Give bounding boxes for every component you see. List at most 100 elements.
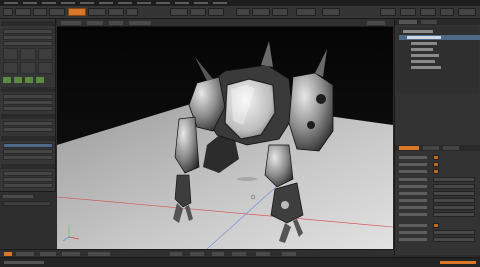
property-field[interactable] xyxy=(433,184,475,189)
status-accent-button[interactable] xyxy=(440,261,476,264)
property-toggle[interactable] xyxy=(433,169,439,174)
tree-item[interactable] xyxy=(399,53,480,58)
status-button[interactable] xyxy=(190,252,204,256)
property-field[interactable] xyxy=(433,212,475,217)
menu-item[interactable] xyxy=(137,2,151,4)
menu-item[interactable] xyxy=(156,2,170,4)
tool-button[interactable] xyxy=(108,8,124,16)
tree-item-selected[interactable] xyxy=(399,35,480,40)
green-tool-icon[interactable] xyxy=(25,77,33,83)
menu-item[interactable] xyxy=(99,2,113,4)
tool-icon[interactable] xyxy=(20,62,36,74)
tool-button[interactable] xyxy=(252,8,270,16)
tool-button[interactable] xyxy=(15,8,31,16)
tool-button[interactable] xyxy=(458,8,476,16)
menu-item[interactable] xyxy=(23,2,37,4)
tool-button[interactable] xyxy=(236,8,250,16)
panel-tab[interactable] xyxy=(421,20,437,24)
viewport-option[interactable] xyxy=(87,21,103,25)
properties-tab[interactable] xyxy=(399,146,419,150)
tree-item[interactable] xyxy=(399,47,480,52)
tool-button[interactable] xyxy=(322,8,340,16)
tool-button[interactable] xyxy=(380,8,396,16)
property-toggle[interactable] xyxy=(433,162,439,167)
property-field[interactable] xyxy=(433,230,475,235)
property-field[interactable] xyxy=(433,198,475,203)
green-tool-icon[interactable] xyxy=(3,77,11,83)
status-button[interactable] xyxy=(40,252,56,256)
tool-button[interactable] xyxy=(88,8,106,16)
status-button[interactable] xyxy=(282,252,296,256)
tool-button[interactable] xyxy=(170,8,188,16)
status-button[interactable] xyxy=(16,252,34,256)
tool-button[interactable] xyxy=(49,8,65,16)
tree-item[interactable] xyxy=(399,65,480,70)
menu-item[interactable] xyxy=(42,2,56,4)
status-button[interactable] xyxy=(256,252,270,256)
green-tool-icon[interactable] xyxy=(36,77,44,83)
menu-item[interactable] xyxy=(61,2,75,4)
tool-row[interactable] xyxy=(3,35,53,40)
tool-row[interactable] xyxy=(3,171,53,176)
property-field[interactable] xyxy=(433,191,475,196)
status-button[interactable] xyxy=(212,252,224,256)
tool-row[interactable] xyxy=(3,106,53,111)
tool-button[interactable] xyxy=(3,8,13,16)
property-field[interactable] xyxy=(433,177,475,182)
property-field[interactable] xyxy=(433,237,475,242)
tool-row[interactable] xyxy=(3,127,53,132)
tool-row[interactable] xyxy=(3,29,53,34)
tool-button[interactable] xyxy=(208,8,224,16)
tool-row[interactable] xyxy=(3,94,53,99)
tool-button[interactable] xyxy=(126,8,138,16)
viewport-option[interactable] xyxy=(129,21,151,25)
tool-properties-field[interactable] xyxy=(3,201,51,206)
tool-button[interactable] xyxy=(33,8,47,16)
tree-item[interactable] xyxy=(399,29,480,34)
status-button[interactable] xyxy=(4,252,12,256)
status-button[interactable] xyxy=(88,252,110,256)
viewport-option[interactable] xyxy=(109,21,123,25)
tool-button[interactable] xyxy=(296,8,316,16)
tool-icon[interactable] xyxy=(37,48,53,60)
menu-item[interactable] xyxy=(80,2,94,4)
tree-item[interactable] xyxy=(399,59,480,64)
tool-button[interactable] xyxy=(420,8,436,16)
tool-button[interactable] xyxy=(400,8,416,16)
tree-item[interactable] xyxy=(399,41,480,46)
viewport-option[interactable] xyxy=(61,21,81,25)
3d-viewport[interactable] xyxy=(57,27,393,249)
menu-item[interactable] xyxy=(175,2,189,4)
tool-icon[interactable] xyxy=(3,48,19,60)
panel-tab[interactable] xyxy=(399,20,417,24)
menu-item[interactable] xyxy=(213,2,227,4)
properties-tab[interactable] xyxy=(443,146,459,150)
green-tool-icon[interactable] xyxy=(14,77,22,83)
tool-icon[interactable] xyxy=(37,62,53,74)
active-mode-tab[interactable] xyxy=(68,8,86,16)
property-field[interactable] xyxy=(433,205,475,210)
tool-icon[interactable] xyxy=(20,48,36,60)
viewport-option[interactable] xyxy=(367,21,385,25)
tool-row[interactable] xyxy=(3,149,53,154)
tool-row[interactable] xyxy=(3,177,53,182)
menu-item[interactable] xyxy=(4,2,18,4)
tool-row[interactable] xyxy=(3,100,53,105)
tool-button[interactable] xyxy=(190,8,206,16)
status-button[interactable] xyxy=(170,252,182,256)
menu-item[interactable] xyxy=(194,2,208,4)
tool-icon[interactable] xyxy=(3,62,19,74)
property-toggle[interactable] xyxy=(433,223,439,228)
tool-row[interactable] xyxy=(3,121,53,126)
tool-row[interactable] xyxy=(3,155,53,160)
tool-button[interactable] xyxy=(272,8,288,16)
tool-button[interactable] xyxy=(440,8,454,16)
status-button[interactable] xyxy=(232,252,246,256)
property-toggle[interactable] xyxy=(433,155,439,160)
properties-tab[interactable] xyxy=(423,146,439,150)
menu-item[interactable] xyxy=(118,2,132,4)
selected-tool-row[interactable] xyxy=(3,143,53,148)
tool-row[interactable] xyxy=(3,41,53,46)
tool-row[interactable] xyxy=(3,183,53,188)
status-button[interactable] xyxy=(62,252,80,256)
